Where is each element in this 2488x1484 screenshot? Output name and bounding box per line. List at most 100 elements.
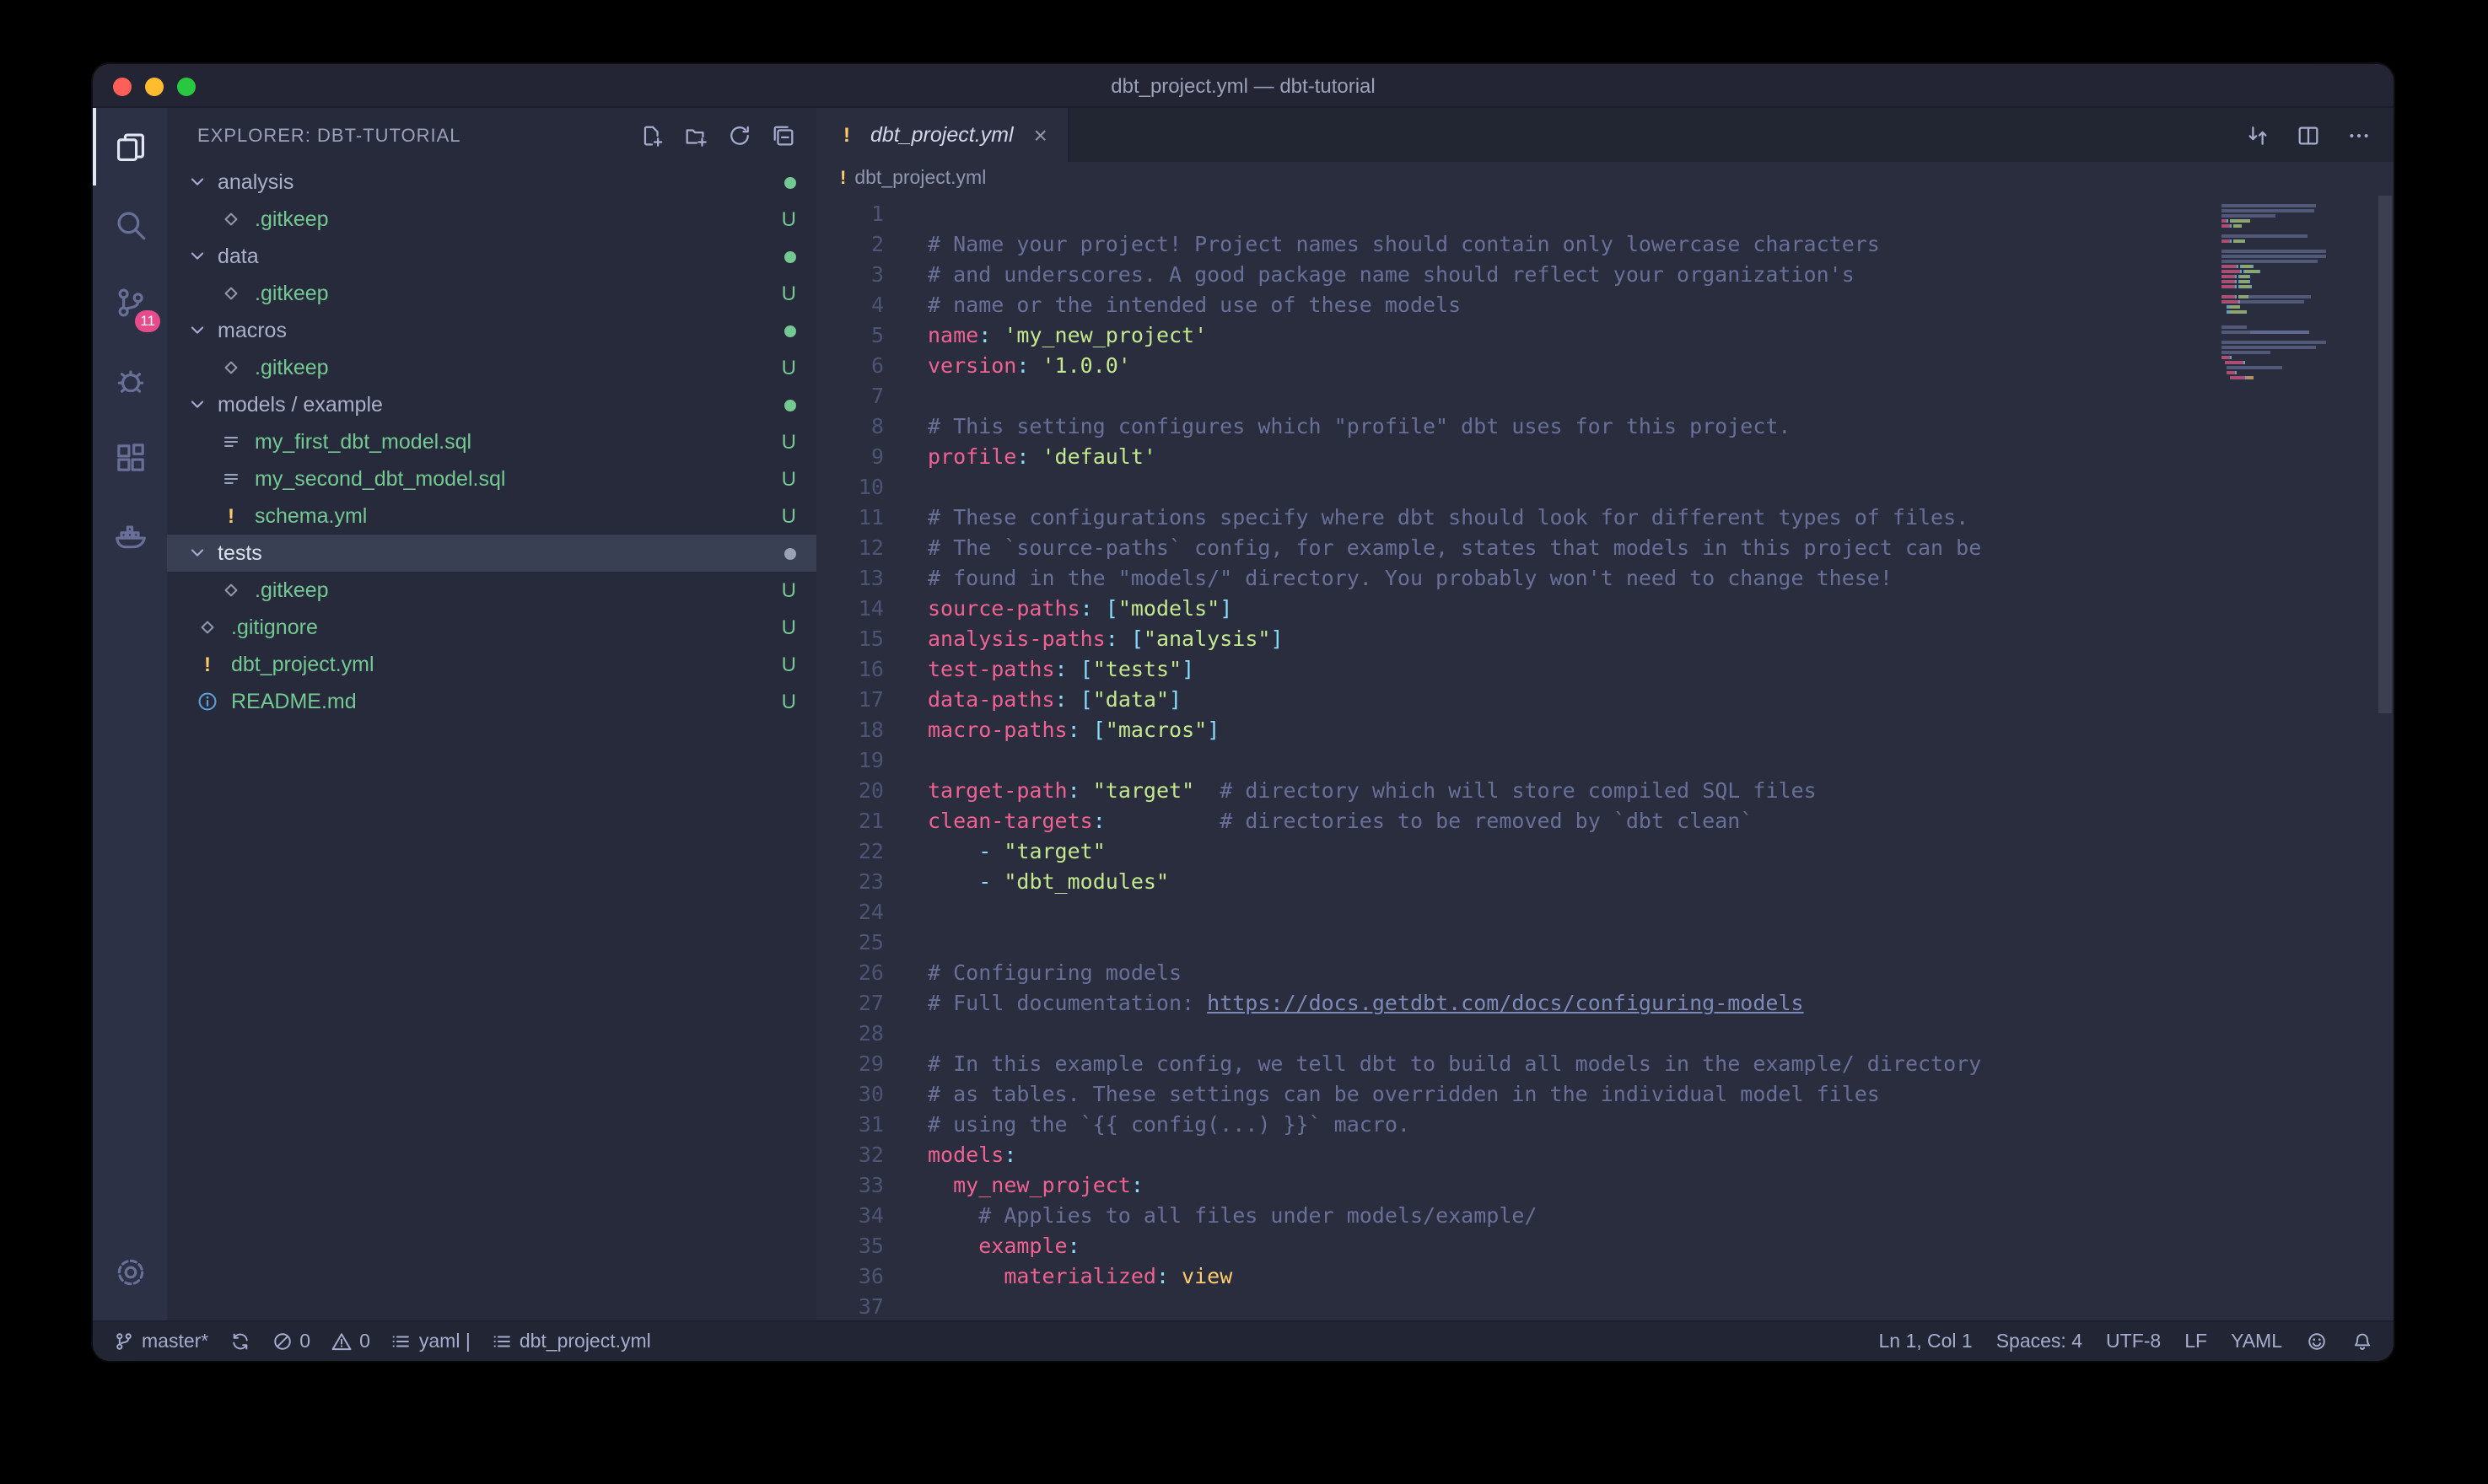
notifications[interactable] <box>2351 1331 2373 1352</box>
tree-item-gitkeep[interactable]: .gitkeepU <box>167 201 816 238</box>
tree-item-gitignore[interactable]: .gitignoreU <box>167 609 816 646</box>
tree-item-dbt-project-yml[interactable]: !dbt_project.ymlU <box>167 646 816 683</box>
code-line[interactable]: 6version: '1.0.0' <box>816 351 2394 381</box>
activity-settings-button[interactable] <box>93 1233 167 1310</box>
code-line[interactable]: 15analysis-paths: ["analysis"] <box>816 624 2394 654</box>
activity-docker-button[interactable] <box>93 496 167 573</box>
active-file-status[interactable]: dbt_project.yml <box>491 1331 651 1352</box>
feedback[interactable] <box>2306 1331 2328 1352</box>
code-line[interactable]: 3# and underscores. A good package name … <box>816 260 2394 290</box>
code-line[interactable]: 19 <box>816 745 2394 776</box>
code-line[interactable]: 37 <box>816 1292 2394 1320</box>
code-line[interactable]: 33 my_new_project: <box>816 1170 2394 1201</box>
tree-item-macros[interactable]: macros <box>167 312 816 349</box>
code-line[interactable]: 8# This setting configures which "profil… <box>816 411 2394 442</box>
branch-status-label: master* <box>142 1331 208 1352</box>
code-line[interactable]: 20target-path: "target" # directory whic… <box>816 776 2394 806</box>
activity-source-control-button[interactable]: 11 <box>93 263 167 341</box>
code-line[interactable]: 23 - "dbt_modules" <box>816 867 2394 897</box>
line-number: 7 <box>816 381 884 411</box>
code-line[interactable]: 26# Configuring models <box>816 958 2394 988</box>
minimap[interactable] <box>2221 199 2370 386</box>
code-line[interactable]: 18macro-paths: ["macros"] <box>816 715 2394 745</box>
tree-item-gitkeep[interactable]: .gitkeepU <box>167 349 816 386</box>
code-line[interactable]: 9profile: 'default' <box>816 442 2394 472</box>
activity-explorer-button[interactable] <box>93 108 167 186</box>
code-editor[interactable]: 12# Name your project! Project names sho… <box>816 196 2394 1320</box>
cursor-position[interactable]: Ln 1, Col 1 <box>1878 1331 1972 1352</box>
code-line[interactable]: 2# Name your project! Project names shou… <box>816 229 2394 260</box>
code-line[interactable]: 4# name or the intended use of these mod… <box>816 290 2394 320</box>
editor-scrollbar[interactable] <box>2377 196 2394 1320</box>
tree-item-analysis[interactable]: analysis <box>167 164 816 201</box>
code-line[interactable]: 13# found in the "models/" directory. Yo… <box>816 563 2394 594</box>
branch-status[interactable]: master* <box>113 1331 208 1352</box>
code-line[interactable]: 12# The `source-paths` config, for examp… <box>816 533 2394 563</box>
tree-item-data[interactable]: data <box>167 238 816 275</box>
language-mode[interactable]: YAML <box>2231 1331 2282 1352</box>
zoom-window-button[interactable] <box>177 78 196 96</box>
tree-item-my-first-dbt-model-sql[interactable]: my_first_dbt_model.sql U <box>167 423 816 460</box>
tree-item-decorations: U <box>782 207 816 231</box>
git-status-badge: U <box>782 356 796 379</box>
tab-dbt-project-yml[interactable]: ! dbt_project.yml × <box>816 108 1069 162</box>
error-count[interactable]: 0 <box>271 1331 310 1352</box>
code-line[interactable]: 17data-paths: ["data"] <box>816 685 2394 715</box>
code-line[interactable]: 31# using the `{{ config(...) }}` macro. <box>816 1110 2394 1140</box>
tree-item-label: my_first_dbt_model.sql <box>255 430 471 454</box>
code-line[interactable]: 32models: <box>816 1140 2394 1170</box>
tree-item-gitkeep[interactable]: .gitkeepU <box>167 275 816 312</box>
code-line[interactable]: 24 <box>816 897 2394 928</box>
close-window-button[interactable] <box>113 78 132 96</box>
code-line[interactable]: 25 <box>816 928 2394 958</box>
tree-item-my-second-dbt-model-sql[interactable]: my_second_dbt_model.sqlU <box>167 460 816 497</box>
code-line[interactable]: 11# These configurations specify where d… <box>816 503 2394 533</box>
tree-item-readme-md[interactable]: README.mdU <box>167 683 816 720</box>
line-number: 22 <box>816 836 884 867</box>
tree-item-decorations: U <box>782 430 816 454</box>
code-line[interactable]: 30# as tables. These settings can be ove… <box>816 1079 2394 1110</box>
code-line[interactable]: 27# Full documentation: https://docs.get… <box>816 988 2394 1019</box>
new-folder-button[interactable] <box>678 119 712 153</box>
split-editor-button[interactable] <box>2292 120 2323 150</box>
tree-item-tests[interactable]: tests <box>167 535 816 572</box>
scrollbar-thumb[interactable] <box>2378 196 2392 713</box>
tree-item-schema-yml[interactable]: !schema.ymlU <box>167 497 816 535</box>
line-number: 37 <box>816 1292 884 1320</box>
encoding[interactable]: UTF-8 <box>2106 1331 2161 1352</box>
code-line[interactable]: 10 <box>816 472 2394 503</box>
code-line[interactable]: 22 - "target" <box>816 836 2394 867</box>
code-line[interactable]: 7 <box>816 381 2394 411</box>
code-line[interactable]: 36 materialized: view <box>816 1261 2394 1292</box>
code-line[interactable]: 21clean-targets: # directories to be rem… <box>816 806 2394 836</box>
open-changes-button[interactable] <box>2242 120 2272 150</box>
titlebar[interactable]: dbt_project.yml — dbt-tutorial <box>93 64 2394 108</box>
breadcrumb[interactable]: ! dbt_project.yml <box>816 162 2394 196</box>
eol[interactable]: LF <box>2184 1331 2207 1352</box>
code-line[interactable]: 34 # Applies to all files under models/e… <box>816 1201 2394 1231</box>
minimize-window-button[interactable] <box>145 78 164 96</box>
refresh-explorer-button[interactable] <box>722 119 756 153</box>
more-actions-button[interactable] <box>2343 120 2373 150</box>
code-line[interactable]: 29# In this example config, we tell dbt … <box>816 1049 2394 1079</box>
activity-search-button[interactable] <box>93 186 167 263</box>
yaml-status[interactable]: yaml | <box>390 1331 471 1352</box>
new-file-button[interactable] <box>634 119 668 153</box>
tree-item-models-example[interactable]: models / example <box>167 386 816 423</box>
close-tab-icon[interactable]: × <box>1034 123 1047 147</box>
sql-icon <box>218 428 245 455</box>
code-line[interactable]: 1 <box>816 199 2394 229</box>
collapse-folders-button[interactable] <box>766 119 800 153</box>
sync-status[interactable] <box>229 1331 250 1352</box>
line-number: 25 <box>816 928 884 958</box>
activity-extensions-button[interactable] <box>93 418 167 496</box>
code-line[interactable]: 14source-paths: ["models"] <box>816 594 2394 624</box>
warning-count[interactable]: 0 <box>331 1331 370 1352</box>
tree-item-gitkeep[interactable]: .gitkeepU <box>167 572 816 609</box>
activity-debug-button[interactable] <box>93 341 167 418</box>
code-line[interactable]: 16test-paths: ["tests"] <box>816 654 2394 685</box>
indentation[interactable]: Spaces: 4 <box>1996 1331 2082 1352</box>
code-line[interactable]: 35 example: <box>816 1231 2394 1261</box>
code-line[interactable]: 5name: 'my_new_project' <box>816 320 2394 351</box>
code-line[interactable]: 28 <box>816 1019 2394 1049</box>
